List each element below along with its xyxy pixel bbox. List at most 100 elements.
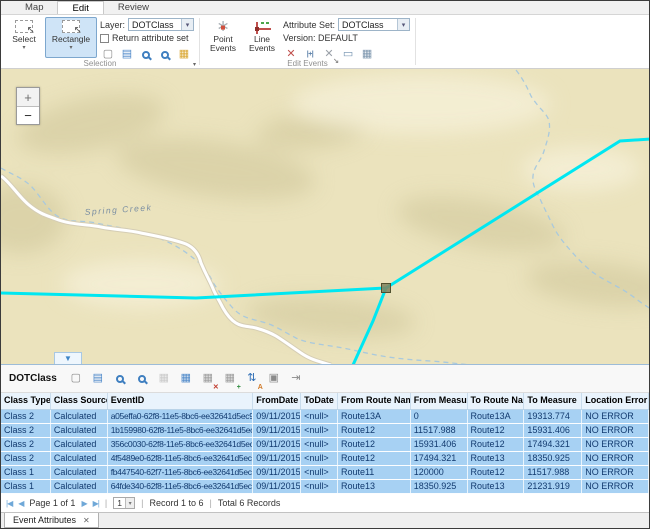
table-row[interactable]: Class 1Calculated64fde340-62f8-11e5-8bc6… [1,480,649,494]
point-events-label: Point Events [206,35,240,54]
pager-divider: | [210,498,212,508]
rectangle-tool-icon [62,20,80,33]
tab-review[interactable]: Review [104,1,163,14]
column-header[interactable]: Class Source [51,393,108,409]
total-records-text: Total 6 Records [218,498,281,508]
column-header[interactable]: To Measure [524,393,582,409]
tab-event-attributes[interactable]: Event Attributes ✕ [4,513,99,528]
table-cell: <null> [301,424,338,437]
remove-records-icon[interactable]: ▦✕ [199,370,217,388]
table-cell: Route12 [468,438,525,451]
zoom-in-button[interactable]: + [17,88,39,106]
open-attribute-table-icon[interactable]: ▦ [177,370,195,388]
collapse-panel-button[interactable]: ▼ [54,352,82,364]
column-header[interactable]: EventID [108,393,254,409]
table-cell: 09/11/2015 [253,480,301,493]
table-cell: 0 [411,410,468,423]
zoom-to-selected-icon[interactable] [111,370,129,388]
table-cell: NO ERROR [582,452,649,465]
table-cell: Class 2 [1,410,51,423]
column-header[interactable]: ToDate [301,393,338,409]
table-cell: <null> [301,480,338,493]
group-divider [415,18,416,65]
close-icon[interactable]: ✕ [83,516,90,525]
rectangle-tool-button[interactable]: Rectangle ▾ [45,17,97,58]
edit-events-group: ∗ Point Events Line Events Attribute Set… [200,15,415,68]
basemap: Spring Creek [1,69,649,365]
table-cell: 120000 [411,466,468,479]
column-header[interactable]: FromDate [253,393,301,409]
zoom-out-button[interactable]: − [17,106,39,124]
column-header[interactable]: Class Type [1,393,51,409]
table-cell: Class 2 [1,438,51,451]
table-cell: 21231.919 [524,480,582,493]
next-page-button[interactable]: ▶ [81,499,86,508]
append-records-icon[interactable]: ▦+ [221,370,239,388]
table-cell: Route13A [468,410,525,423]
select-tool-icon [15,20,33,33]
tab-map[interactable]: Map [11,1,57,14]
first-page-button[interactable]: |◀ [6,499,12,508]
sort-records-icon[interactable]: ⇅A [243,370,261,388]
column-header[interactable]: From Route Name [338,393,411,409]
chevron-down-icon: ▾ [22,45,25,52]
chevron-down-icon: ▾ [397,19,409,30]
table-cell: 17494.321 [411,452,468,465]
pager-divider: | [141,498,143,508]
pan-to-selected-icon[interactable] [133,370,151,388]
table-body: Class 2Calculateda05effa0-62f8-11e5-8bc6… [1,410,649,494]
show-selected-records-icon[interactable]: ▤ [89,370,107,388]
table-header-row: Class TypeClass SourceEventIDFromDateToD… [1,393,649,410]
column-header[interactable]: To Route Name [468,393,525,409]
table-cell: Class 1 [1,466,51,479]
table-cell: 09/11/2015 [253,452,301,465]
table-cell: fb447540-62f7-11e5-8bc6-ee32641d5ec9 [108,466,254,479]
offset-records-icon[interactable]: ⇥ [287,370,305,388]
pager-divider: | [105,498,107,508]
table-row[interactable]: Class 2Calculateda05effa0-62f8-11e5-8bc6… [1,410,649,424]
return-attribute-set-label: Return attribute set [112,33,189,43]
chevron-down-icon: ▾ [181,19,193,30]
point-events-icon: ∗ [216,20,229,35]
table-row[interactable]: Class 1Calculatedfb447540-62f7-11e5-8bc6… [1,466,649,480]
ribbon: MapEditReview Select ▾ Rectangle ▾ Layer… [1,1,649,69]
line-events-button[interactable]: Line Events [244,17,280,58]
table-cell: 356c0030-62f8-11e5-8bc6-ee32641d5ec9 [108,438,254,451]
table-cell: <null> [301,410,338,423]
ribbon-body: Select ▾ Rectangle ▾ Layer: DOTClass ▾ [1,15,649,69]
table-cell: Calculated [51,424,108,437]
page-count-text: Page 1 of 1 [29,498,75,508]
map-viewport[interactable]: Spring Creek + − ▼ [1,69,649,365]
column-header[interactable]: Location Error [582,393,649,409]
table-cell: 4f5489e0-62f8-11e5-8bc6-ee32641d5ec9 [108,452,254,465]
table-cell: Calculated [51,410,108,423]
ribbon-tabs: MapEditReview [1,1,649,15]
return-attribute-set-checkbox[interactable] [100,34,109,43]
table-cell: 17494.321 [524,438,582,451]
caret-down-icon: ▼ [64,355,72,363]
page-number-select[interactable]: 1 ▾ [113,497,135,509]
selection-group-label: Selection [1,59,199,68]
line-events-icon [252,20,272,35]
point-events-button[interactable]: ∗ Point Events [205,17,241,58]
attribute-set-combobox[interactable]: DOTClass ▾ [338,18,410,31]
table-cell: 09/11/2015 [253,410,301,423]
previous-page-button[interactable]: ◀ [18,499,23,508]
table-cell: Route11 [338,466,411,479]
attribute-window-icon[interactable]: ▣ [265,370,283,388]
save-icon[interactable]: ▦ [155,370,173,388]
table-cell: 11517.988 [524,466,582,479]
tab-edit[interactable]: Edit [57,1,103,14]
table-cell: Route13A [338,410,411,423]
select-records-icon[interactable]: ▢ [67,370,85,388]
table-row[interactable]: Class 2Calculated1b159980-62f8-11e5-8bc6… [1,424,649,438]
column-header[interactable]: From Measure [411,393,468,409]
route-junction-marker[interactable] [382,284,391,293]
select-tool-button[interactable]: Select ▾ [6,17,42,58]
table-cell: Route13 [468,452,525,465]
layer-combobox[interactable]: DOTClass ▾ [128,18,194,31]
table-row[interactable]: Class 2Calculated356c0030-62f8-11e5-8bc6… [1,438,649,452]
table-cell: Class 2 [1,452,51,465]
last-page-button[interactable]: ▶| [93,499,99,508]
table-row[interactable]: Class 2Calculated4f5489e0-62f8-11e5-8bc6… [1,452,649,466]
